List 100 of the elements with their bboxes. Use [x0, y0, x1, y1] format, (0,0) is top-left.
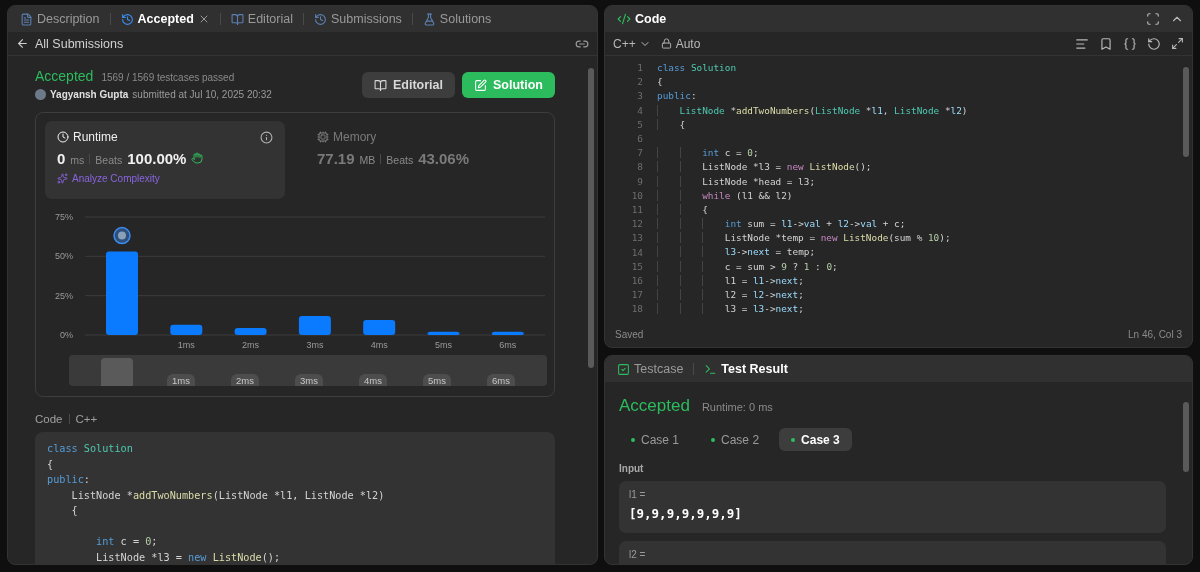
book-icon — [374, 78, 387, 92]
panel-tab[interactable]: Description — [16, 12, 104, 26]
history-icon — [120, 12, 134, 26]
edit-icon — [474, 78, 487, 92]
section-label: Code — [35, 413, 63, 425]
language-dropdown[interactable]: C++ — [613, 36, 651, 51]
param-value: [9,9,9,9,9,9,9] — [629, 506, 742, 521]
chart-bar — [427, 331, 460, 335]
code-line: ListNode *temp = new ListNode(sum % 10); — [657, 231, 951, 246]
panel-tab[interactable]: Solutions — [418, 12, 496, 26]
input-label: Input — [619, 463, 645, 474]
code-line: ListNode *head = l3; — [657, 174, 816, 189]
chart-bar — [298, 316, 331, 335]
code-line: { — [70, 504, 78, 518]
chart-bar — [363, 320, 396, 335]
code-line: while (l1 && l2) — [657, 188, 793, 203]
axis-label: 5ms — [435, 340, 452, 350]
panel-tab[interactable]: Editorial — [226, 12, 297, 26]
bookmark-icon[interactable] — [1099, 36, 1113, 51]
lock-icon — [660, 38, 672, 49]
axis-label: 4ms — [370, 340, 388, 350]
overview-label: 6ms — [487, 374, 515, 386]
code-line: int c = 0; — [95, 535, 158, 549]
line-number: 17 — [631, 289, 643, 301]
checkbox-icon — [617, 362, 630, 376]
line-number: 10 — [631, 189, 643, 201]
line-number: 18 — [631, 303, 643, 315]
analyze-link[interactable]: Analyze Complexity — [57, 173, 273, 184]
braces-icon[interactable] — [1123, 36, 1137, 51]
code-line: { — [657, 117, 686, 132]
code-line: int sum = l1->val + l2->val + c; — [657, 217, 906, 232]
code-line: ListNode *l3 = new ListNode(); — [95, 550, 281, 564]
code-line: ListNode *addTwoNumbers(ListNode *l1, ListNode *l2) — [657, 103, 968, 118]
language-label: C++ — [75, 413, 98, 425]
code-line: ListNode *l3 = new ListNode(); — [657, 160, 872, 175]
panel-tab[interactable]: Submissions — [310, 12, 406, 26]
expand-icon[interactable] — [1171, 37, 1184, 50]
overview-label: 4ms — [359, 374, 387, 386]
overview-label: 3ms — [295, 374, 323, 386]
beats-value: 43.06% — [418, 150, 470, 167]
code-line: { — [657, 75, 663, 90]
format-icon[interactable] — [1075, 36, 1089, 51]
stat-unit: MB — [359, 154, 376, 166]
stat-value: 0 — [57, 150, 66, 167]
code-line: { — [47, 457, 54, 472]
code-line: int c = 0; — [657, 146, 759, 161]
terminal-icon — [704, 362, 718, 376]
code-line: public: — [47, 473, 90, 487]
line-number: 5 — [637, 118, 643, 130]
reset-icon[interactable] — [1147, 36, 1161, 51]
cursor-position: Ln 46, Col 3 — [1128, 328, 1182, 340]
info-icon[interactable] — [260, 130, 273, 144]
axis-label: 2ms — [242, 340, 260, 350]
chart-bar — [234, 327, 267, 335]
submitted-text: submitted at Jul 10, 2025 20:32 — [132, 89, 272, 100]
line-number: 13 — [631, 232, 643, 244]
axis-label: 6ms — [499, 340, 517, 350]
line-number: 11 — [631, 204, 643, 216]
fullscreen-icon[interactable] — [1146, 12, 1160, 26]
back-link[interactable]: All Submissions — [16, 36, 124, 51]
param-name: l1 = — [629, 489, 646, 500]
stat-title: Memory — [333, 130, 377, 144]
axis-label: 3ms — [306, 340, 324, 350]
line-number: 7 — [637, 147, 643, 159]
case-tab[interactable]: Case 1 — [619, 428, 692, 451]
user-avatar — [113, 226, 131, 245]
axis-label: 1ms — [177, 340, 195, 350]
avatar-icon — [35, 89, 46, 100]
code-line: public: — [657, 89, 697, 104]
axis-label: 50% — [55, 251, 73, 262]
save-status: Saved — [615, 328, 644, 340]
stat-card[interactable]: Runtime 0 ms Beats 100.00% Analyze Complexity — [45, 121, 285, 199]
beats-label: Beats — [386, 154, 414, 166]
stat-card[interactable]: Memory 77.19 MB Beats 43.06% — [305, 121, 545, 199]
code-line: class Solution — [47, 442, 133, 456]
line-number: 15 — [631, 260, 643, 272]
stat-value: 77.19 — [317, 150, 355, 167]
axis-label: 0% — [60, 330, 73, 340]
panel-tab[interactable]: Test Result — [700, 362, 792, 376]
line-number: 4 — [637, 104, 643, 116]
author-name[interactable]: Yagyansh Gupta — [50, 89, 129, 100]
case-tab[interactable]: Case 3 — [779, 428, 852, 451]
chart-bar — [491, 331, 524, 335]
line-number: 6 — [637, 133, 643, 144]
code-line: c = sum > 9 ? 1 : 0; — [657, 259, 838, 274]
case-tab[interactable]: Case 2 — [699, 428, 772, 451]
panel-tab[interactable]: Testcase — [613, 362, 688, 376]
testcases-text: 1569 / 1569 testcases passed — [101, 72, 235, 83]
editorial-button[interactable]: Editorial — [362, 72, 455, 98]
code-icon — [617, 12, 631, 26]
overview-label: 5ms — [423, 374, 451, 386]
stat-title: Runtime — [73, 130, 118, 144]
panel-tab[interactable]: Accepted — [116, 12, 214, 26]
line-number: 3 — [637, 90, 643, 102]
status-text: Accepted — [35, 68, 94, 84]
beats-value: 100.00% — [127, 150, 187, 167]
clock-icon — [57, 131, 69, 143]
code-line: l3->next = temp; — [657, 245, 816, 260]
line-number: 9 — [637, 175, 643, 187]
mode-label[interactable]: Auto — [675, 36, 701, 51]
